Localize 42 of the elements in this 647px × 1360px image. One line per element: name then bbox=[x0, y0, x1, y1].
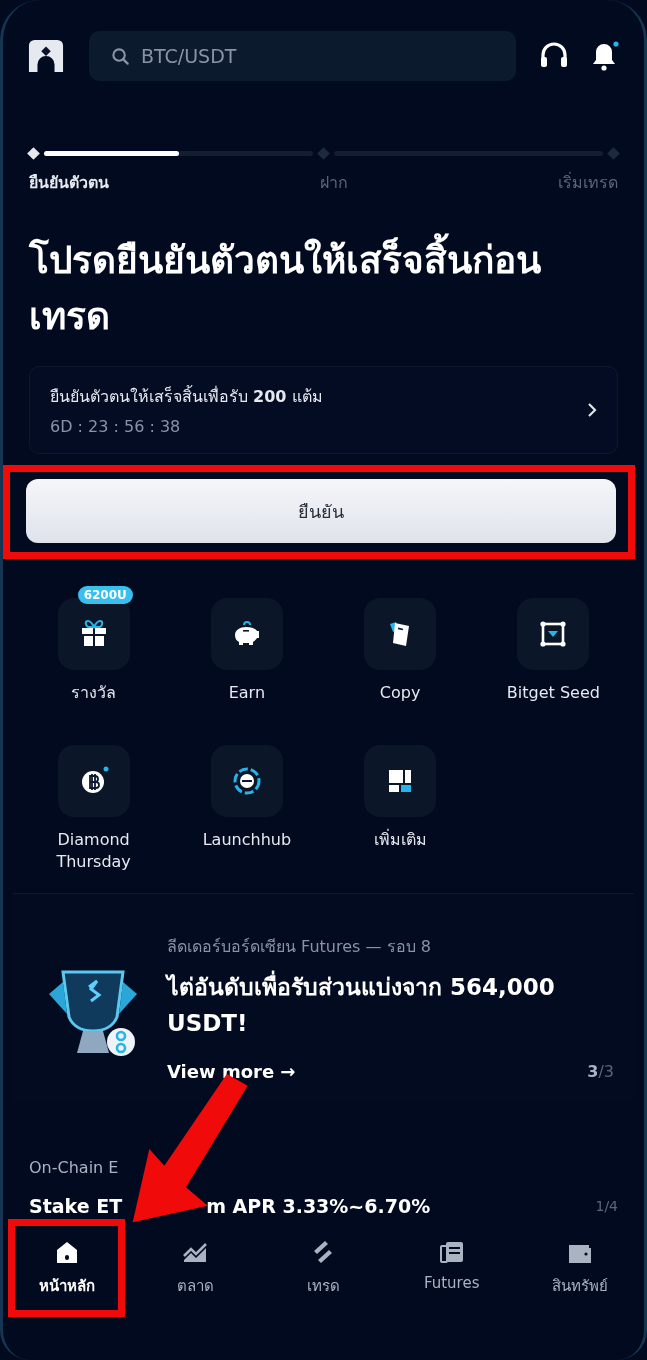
step-marker bbox=[27, 146, 40, 160]
page-title: โปรดยืนยันตัวตนให้เสร็จสิ้นก่อนเทรด bbox=[29, 233, 599, 345]
reward-text: ยืนยันตัวตนให้เสร็จสิ้นเพื่อรับ 200 แต้ม bbox=[50, 384, 324, 408]
shortcut-label: Diamond Thursday bbox=[55, 829, 132, 873]
shortcut-item[interactable]: Copy bbox=[323, 598, 477, 704]
nav-tab[interactable]: ตลาด bbox=[145, 1238, 246, 1319]
shortcut-label: เพิ่มเติม bbox=[372, 829, 428, 851]
reward-badge: 6200U bbox=[77, 586, 133, 604]
stake-text: m APR 3.33%~6.70% bbox=[206, 1195, 431, 1217]
shortcut-label: Earn bbox=[227, 682, 267, 704]
search-field[interactable]: BTC/USDT bbox=[89, 31, 516, 81]
banner-kicker: ลีดเดอร์บอร์ดเซียน Futures — รอบ 8 bbox=[167, 936, 432, 958]
step-label: ยืนยันตัวตน bbox=[29, 172, 109, 194]
stake-text: Stake ET bbox=[29, 1195, 123, 1217]
nav-tab[interactable]: Futures bbox=[401, 1238, 502, 1319]
step-label: เริ่มเทรด bbox=[558, 171, 618, 194]
shortcut-item[interactable]: Earn bbox=[170, 598, 324, 704]
step-marker bbox=[607, 146, 620, 160]
step-label: ฝาก bbox=[319, 172, 348, 194]
reward-card[interactable]: ยืนยันตัวตนให้เสร็จสิ้นเพื่อรับ 200 แต้ม 6D : 23 : 56 : 38 bbox=[29, 366, 618, 454]
search-icon bbox=[111, 47, 130, 66]
banner-headline: ไต่อันดับเพื่อรับส่วนแบ่งจาก 564,000 USDT! bbox=[167, 969, 587, 1041]
nav-tab[interactable]: สินทรัพย์ bbox=[529, 1238, 630, 1319]
confirm-button[interactable]: ยืนยัน bbox=[26, 479, 616, 543]
section-title: On-Chain E bbox=[29, 1158, 119, 1177]
avatar-icon[interactable] bbox=[27, 38, 65, 74]
shortcut-item[interactable]: Launchhub bbox=[170, 745, 324, 873]
shortcut-label: รางวัล bbox=[70, 682, 118, 704]
chevron-right-icon bbox=[587, 402, 597, 418]
nav-tab[interactable]: หน้าหลัก bbox=[17, 1238, 118, 1319]
countdown-timer: 6D : 23 : 56 : 38 bbox=[50, 417, 182, 436]
shortcut-label: Bitget Seed bbox=[505, 682, 601, 704]
shortcut-label: Launchhub bbox=[201, 829, 293, 851]
shortcut-label: Copy bbox=[378, 682, 422, 704]
step-marker bbox=[317, 146, 330, 160]
shortcut-item[interactable]: เพิ่มเติม bbox=[323, 745, 477, 873]
nav-tab[interactable]: เทรด bbox=[273, 1238, 374, 1319]
shortcut-item[interactable]: Bitget Seed bbox=[476, 598, 630, 704]
shortcut-item[interactable]: Diamond Thursday bbox=[17, 745, 171, 873]
page-indicator: 3/3 bbox=[587, 1062, 614, 1081]
page-indicator: 1/4 bbox=[595, 1198, 618, 1214]
view-more-link[interactable]: View more → bbox=[167, 1061, 296, 1082]
